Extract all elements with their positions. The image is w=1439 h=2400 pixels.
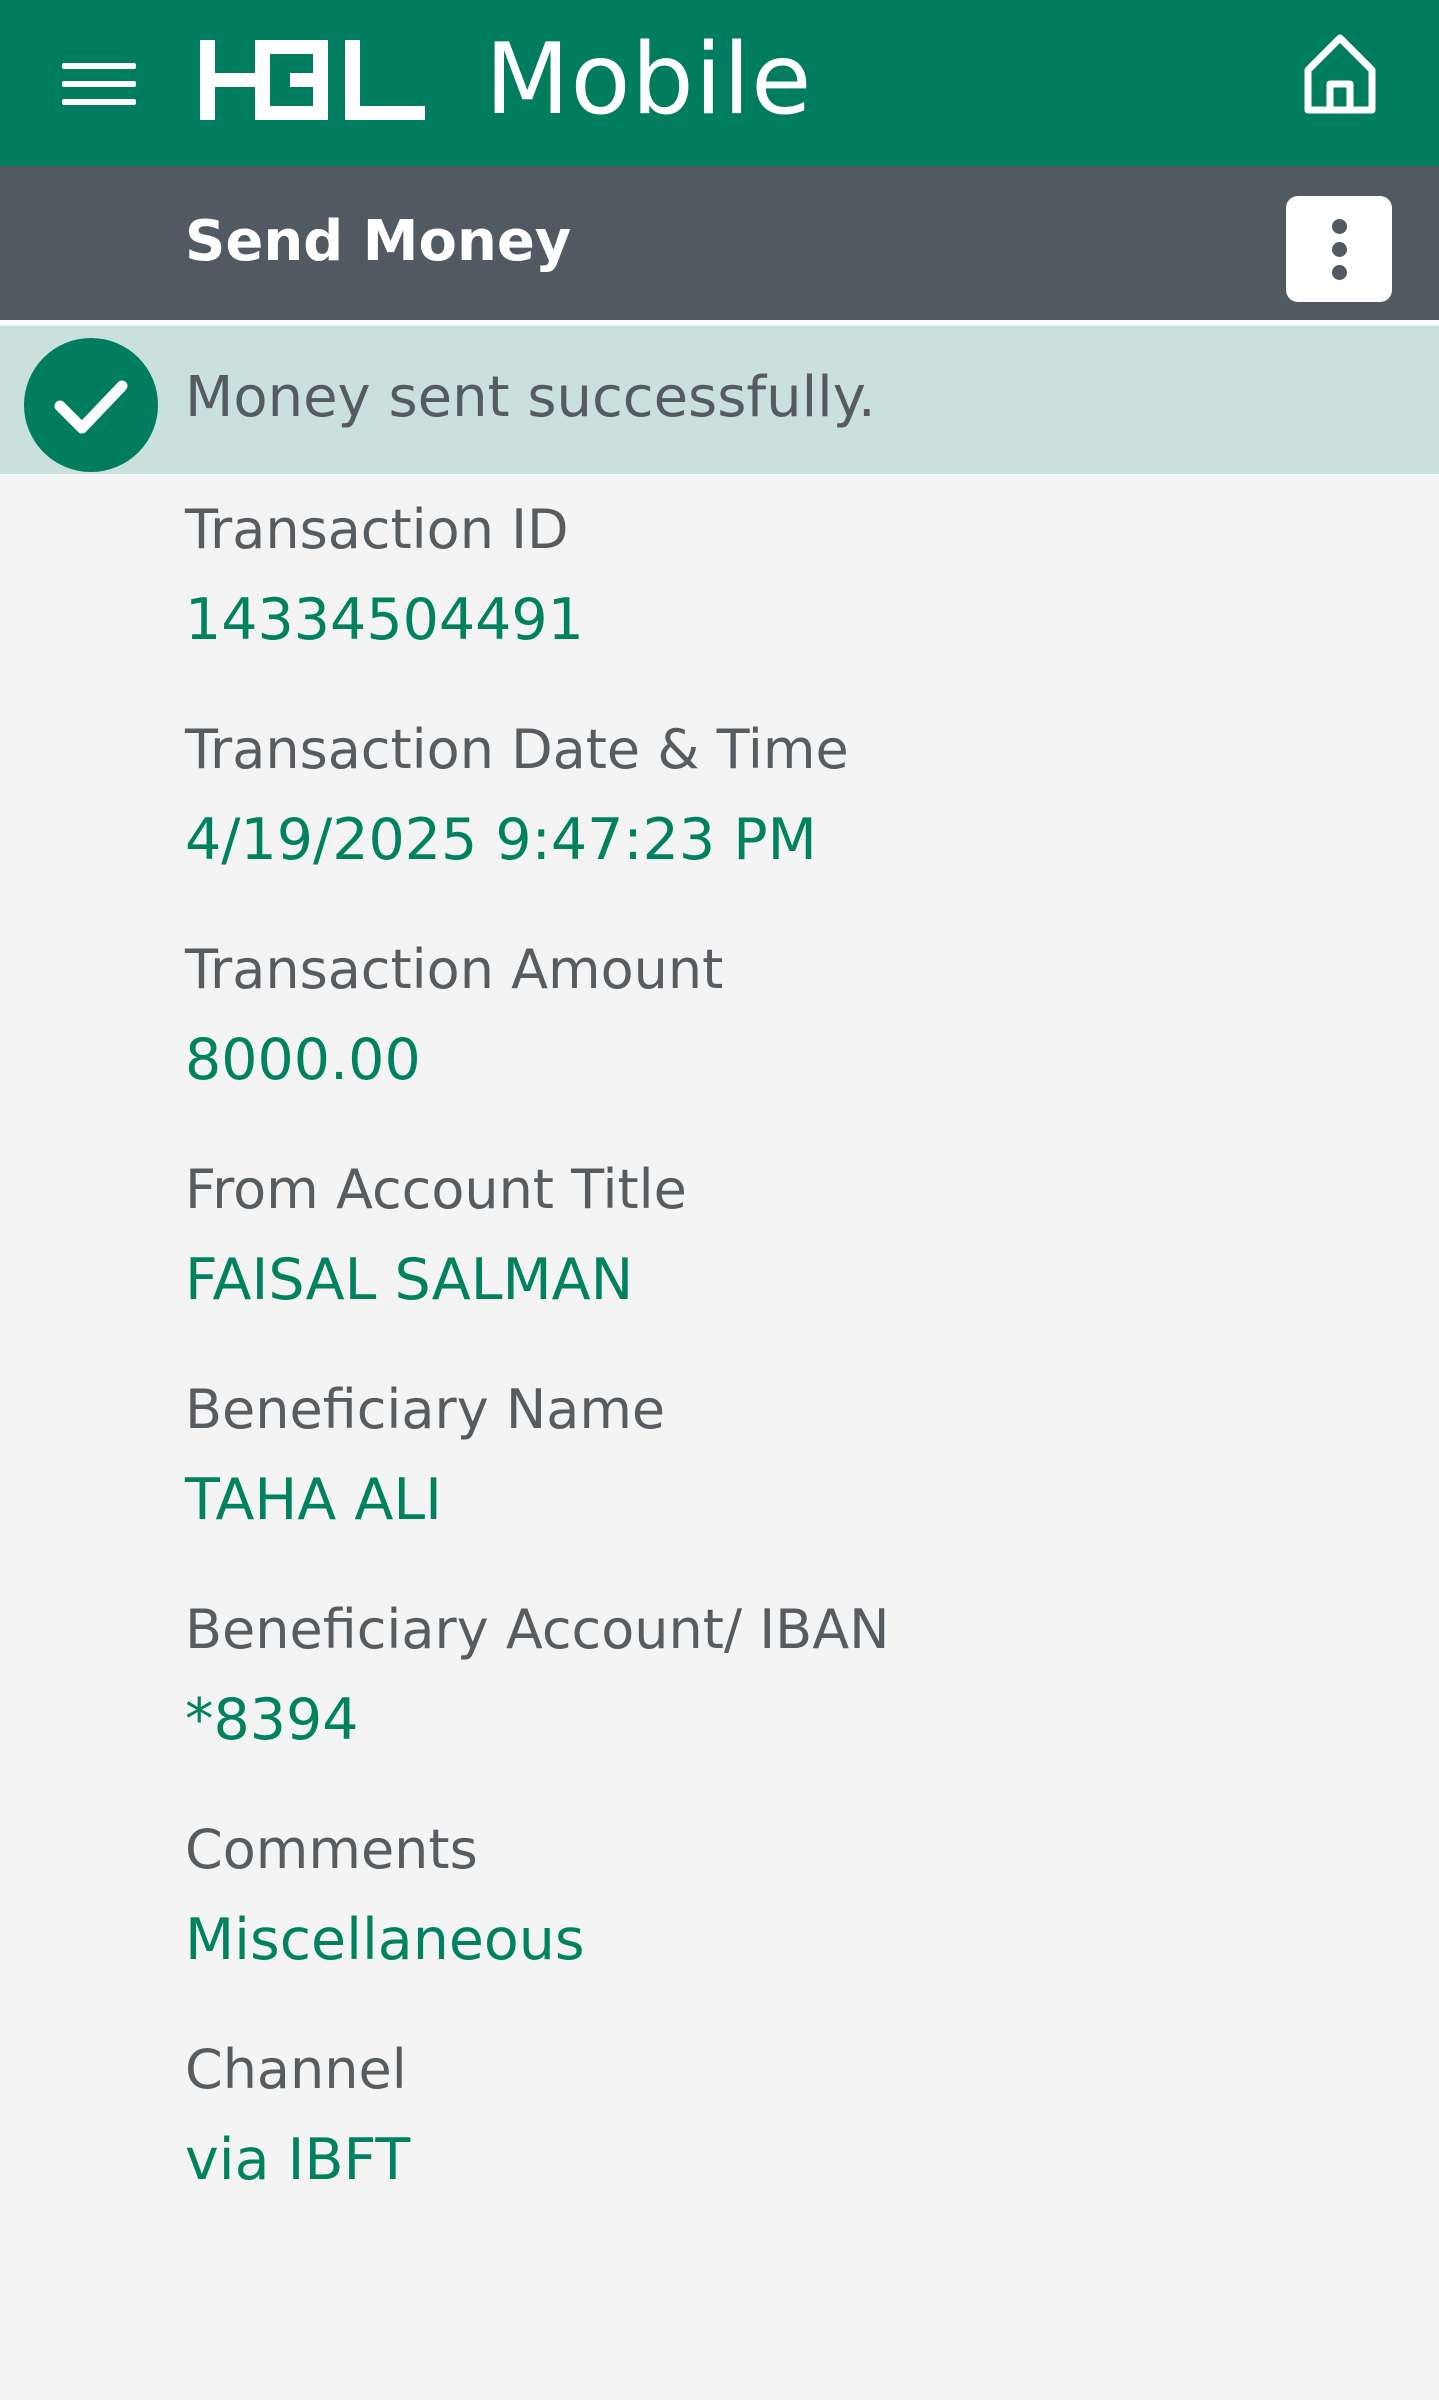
detail-value: TAHA ALI — [185, 1467, 442, 1533]
detail-value: Miscellaneous — [185, 1907, 585, 1973]
detail-label: Transaction Amount — [185, 938, 724, 1001]
detail-comments: Comments Miscellaneous — [185, 1810, 1385, 2030]
hbl-logo — [200, 35, 455, 125]
detail-label: From Account Title — [185, 1158, 687, 1221]
detail-value: 4/19/2025 9:47:23 PM — [185, 807, 817, 873]
detail-label: Beneficiary Name — [185, 1378, 666, 1441]
detail-value: FAISAL SALMAN — [185, 1247, 634, 1313]
detail-from-account-title: From Account Title FAISAL SALMAN — [185, 1150, 1385, 1370]
hamburger-menu-bar — [62, 99, 136, 105]
checkmark-circle-icon — [24, 338, 158, 472]
detail-label: Transaction ID — [185, 498, 569, 561]
brand-text: Mobile — [485, 23, 813, 137]
app-header: Mobile — [0, 0, 1439, 166]
transaction-details: Transaction ID 14334504491 Transaction D… — [185, 490, 1385, 2250]
detail-label: Channel — [185, 2038, 407, 2101]
detail-label: Comments — [185, 1818, 478, 1881]
page-title: Send Money — [185, 209, 572, 274]
home-icon — [1304, 34, 1376, 114]
sub-header: Send Money — [0, 166, 1439, 324]
detail-value: *8394 — [185, 1687, 359, 1753]
hamburger-menu-icon — [62, 63, 136, 69]
hamburger-menu-bar — [62, 81, 136, 87]
more-vertical-dot — [1332, 242, 1347, 257]
checkmark-icon — [54, 380, 128, 434]
menu-button[interactable] — [50, 30, 150, 130]
detail-value: 14334504491 — [185, 587, 584, 653]
more-options-button[interactable] — [1286, 196, 1392, 302]
success-message: Money sent successfully. — [185, 365, 876, 430]
detail-transaction-amount: Transaction Amount 8000.00 — [185, 930, 1385, 1150]
more-vertical-dot — [1332, 265, 1347, 280]
detail-value: 8000.00 — [185, 1027, 421, 1093]
detail-value: via IBFT — [185, 2127, 411, 2193]
success-banner: Money sent successfully. — [0, 326, 1439, 474]
detail-channel: Channel via IBFT — [185, 2030, 1385, 2250]
brand: Mobile — [200, 10, 812, 150]
detail-beneficiary-name: Beneficiary Name TAHA ALI — [185, 1370, 1385, 1590]
detail-transaction-id: Transaction ID 14334504491 — [185, 490, 1385, 710]
detail-beneficiary-account: Beneficiary Account/ IBAN *8394 — [185, 1590, 1385, 1810]
hbl-logo-mark — [200, 40, 425, 120]
more-vertical-icon — [1332, 219, 1347, 234]
detail-label: Beneficiary Account/ IBAN — [185, 1598, 890, 1661]
detail-label: Transaction Date & Time — [185, 718, 849, 781]
home-button[interactable] — [1290, 22, 1390, 122]
detail-transaction-date-time: Transaction Date & Time 4/19/2025 9:47:2… — [185, 710, 1385, 930]
